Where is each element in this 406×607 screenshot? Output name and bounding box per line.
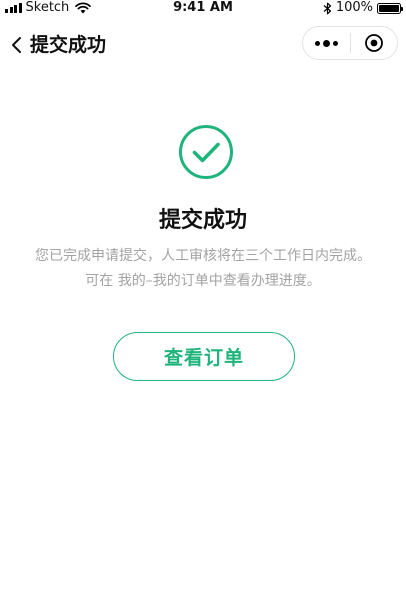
back-button[interactable]: 提交成功 [10,30,106,60]
page-title: 提交成功 [30,34,107,56]
nav-bar: 提交成功 [0,20,406,70]
more-dot-center [323,39,330,47]
more-button[interactable] [303,27,350,59]
close-button[interactable] [351,27,397,59]
result-description: 您已完成申请提交，人工审核将在三个工作日内完成。 可在 我的–我的订单中查看办理… [14,244,392,294]
status-bar: Sketch 9:41 AM 100% [0,0,406,16]
battery-cap [401,6,403,11]
more-dots-icon [315,40,320,46]
status-right: 100% [323,0,403,15]
more-dot-right [333,40,338,46]
result-desc-line2: 可在 我的–我的订单中查看办理进度。 [85,273,321,289]
view-order-button[interactable]: 查看订单 [113,332,295,381]
battery-fill [379,4,399,12]
mini-program-capsule [302,26,398,60]
battery-percent: 100% [335,0,373,15]
target-icon [365,34,383,52]
bluetooth-icon [323,2,331,14]
result-desc-line1: 您已完成申请提交，人工审核将在三个工作日内完成。 [35,248,371,264]
chevron-left-icon [12,37,21,53]
result-title: 提交成功 [158,208,247,233]
check-circle-icon [179,125,233,179]
battery-icon [377,2,403,14]
